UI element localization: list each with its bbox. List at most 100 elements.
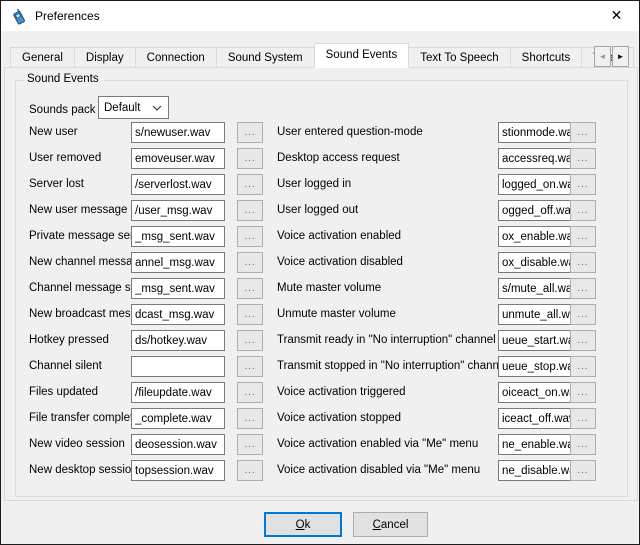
- sound-file-input[interactable]: [131, 122, 225, 143]
- browse-button[interactable]: ...: [237, 252, 263, 273]
- browse-button[interactable]: ...: [237, 434, 263, 455]
- sound-event-label: User logged in: [277, 174, 351, 195]
- browse-button[interactable]: ...: [237, 148, 263, 169]
- sound-event-label: New video session: [29, 434, 125, 455]
- sound-file-input[interactable]: [131, 174, 225, 195]
- browse-button[interactable]: ...: [570, 356, 596, 377]
- sound-event-label: Transmit stopped in "No interruption" ch…: [277, 356, 508, 377]
- browse-button[interactable]: ...: [570, 252, 596, 273]
- sound-file-input[interactable]: [131, 304, 225, 325]
- sound-event-label: User logged out: [277, 200, 358, 221]
- tab-shortcuts[interactable]: Shortcuts: [510, 47, 583, 68]
- sound-event-row: Voice activation stopped ...: [277, 408, 597, 434]
- ok-button[interactable]: Ok: [264, 512, 342, 537]
- browse-button[interactable]: ...: [237, 304, 263, 325]
- sound-event-label: New desktop session: [29, 460, 138, 481]
- browse-button[interactable]: ...: [237, 356, 263, 377]
- browse-button[interactable]: ...: [570, 174, 596, 195]
- browse-button[interactable]: ...: [570, 200, 596, 221]
- sound-file-input[interactable]: [131, 200, 225, 221]
- tab-general[interactable]: General: [10, 47, 75, 68]
- sound-event-row: User logged in ...: [277, 174, 597, 200]
- ok-button-label: Ok: [296, 519, 311, 531]
- browse-button[interactable]: ...: [237, 408, 263, 429]
- sounds-pack-select[interactable]: Default: [98, 96, 169, 119]
- sound-file-input[interactable]: [131, 252, 225, 273]
- sound-file-input[interactable]: [131, 382, 225, 403]
- browse-button[interactable]: ...: [570, 434, 596, 455]
- browse-button[interactable]: ...: [237, 122, 263, 143]
- browse-button[interactable]: ...: [237, 200, 263, 221]
- sound-file-input[interactable]: [131, 148, 225, 169]
- browse-button[interactable]: ...: [570, 330, 596, 351]
- sound-file-input[interactable]: [131, 408, 225, 429]
- sound-event-row: User logged out ...: [277, 200, 597, 226]
- sounds-pack-label: Sounds pack: [29, 101, 96, 119]
- arrow-left-icon: ◄: [599, 52, 607, 61]
- sound-event-row: Private message sent ...: [29, 226, 263, 252]
- browse-button[interactable]: ...: [570, 226, 596, 247]
- tab-scroll-right-button[interactable]: ►: [612, 46, 629, 67]
- sound-event-label: Mute master volume: [277, 278, 381, 299]
- sound-event-label: Transmit ready in "No interruption" chan…: [277, 330, 496, 351]
- sound-file-input[interactable]: [131, 330, 225, 351]
- sound-event-label: User entered question-mode: [277, 122, 423, 143]
- sound-event-row: Mute master volume ...: [277, 278, 597, 304]
- sound-event-label: User removed: [29, 148, 101, 169]
- browse-button[interactable]: ...: [237, 174, 263, 195]
- sound-event-row: New desktop session ...: [29, 460, 263, 486]
- close-button[interactable]: ✕: [594, 1, 639, 30]
- sound-event-row: Channel message sent ...: [29, 278, 263, 304]
- browse-button[interactable]: ...: [570, 278, 596, 299]
- sound-event-row: Voice activation disabled ...: [277, 252, 597, 278]
- browse-button[interactable]: ...: [570, 304, 596, 325]
- sound-file-input[interactable]: [131, 434, 225, 455]
- browse-button[interactable]: ...: [237, 382, 263, 403]
- tab-sound-system[interactable]: Sound System: [216, 47, 315, 68]
- tab-display[interactable]: Display: [74, 47, 136, 68]
- sound-event-label: New channel message: [29, 252, 145, 273]
- sound-event-label: Desktop access request: [277, 148, 400, 169]
- sound-event-row: Server lost ...: [29, 174, 263, 200]
- sound-event-row: Voice activation enabled ...: [277, 226, 597, 252]
- arrow-right-icon: ►: [617, 52, 625, 61]
- sound-event-row: Hotkey pressed ...: [29, 330, 263, 356]
- sound-event-label: Files updated: [29, 382, 98, 403]
- browse-button[interactable]: ...: [570, 460, 596, 481]
- sound-event-row: Voice activation disabled via "Me" menu …: [277, 460, 597, 486]
- sound-event-row: User entered question-mode ...: [277, 122, 597, 148]
- sound-file-input[interactable]: [131, 356, 225, 377]
- tab-scroll-left-button[interactable]: ◄: [594, 46, 611, 67]
- browse-button[interactable]: ...: [237, 330, 263, 351]
- sound-event-label: Voice activation stopped: [277, 408, 401, 429]
- sound-event-row: Files updated ...: [29, 382, 263, 408]
- sound-event-row: Voice activation triggered ...: [277, 382, 597, 408]
- app-icon: [10, 8, 27, 25]
- sound-event-row: Channel silent ...: [29, 356, 263, 382]
- browse-button[interactable]: ...: [570, 408, 596, 429]
- sound-events-column-left: New user ... User removed ... Server los…: [29, 122, 263, 486]
- browse-button[interactable]: ...: [237, 278, 263, 299]
- sound-file-input[interactable]: [131, 460, 225, 481]
- browse-button[interactable]: ...: [237, 460, 263, 481]
- browse-button[interactable]: ...: [570, 148, 596, 169]
- cancel-button[interactable]: Cancel: [353, 512, 428, 537]
- sound-event-row: Unmute master volume ...: [277, 304, 597, 330]
- sound-event-row: New video session ...: [29, 434, 263, 460]
- browse-button[interactable]: ...: [570, 122, 596, 143]
- titlebar[interactable]: Preferences ✕: [1, 1, 639, 31]
- tab-bar: General Display Connection Sound System …: [10, 46, 634, 68]
- tab-text-to-speech[interactable]: Text To Speech: [408, 47, 510, 68]
- sound-event-row: New broadcast message ...: [29, 304, 263, 330]
- sound-event-row: Transmit stopped in "No interruption" ch…: [277, 356, 597, 382]
- sound-file-input[interactable]: [131, 278, 225, 299]
- browse-button[interactable]: ...: [570, 382, 596, 403]
- groupbox-title: Sound Events: [24, 73, 102, 85]
- tab-sound-events[interactable]: Sound Events: [314, 43, 410, 68]
- browse-button[interactable]: ...: [237, 226, 263, 247]
- close-icon: ✕: [611, 7, 623, 24]
- tab-connection[interactable]: Connection: [135, 47, 217, 68]
- sound-file-input[interactable]: [131, 226, 225, 247]
- sound-event-label: Channel message sent: [29, 278, 147, 299]
- sound-event-row: New channel message ...: [29, 252, 263, 278]
